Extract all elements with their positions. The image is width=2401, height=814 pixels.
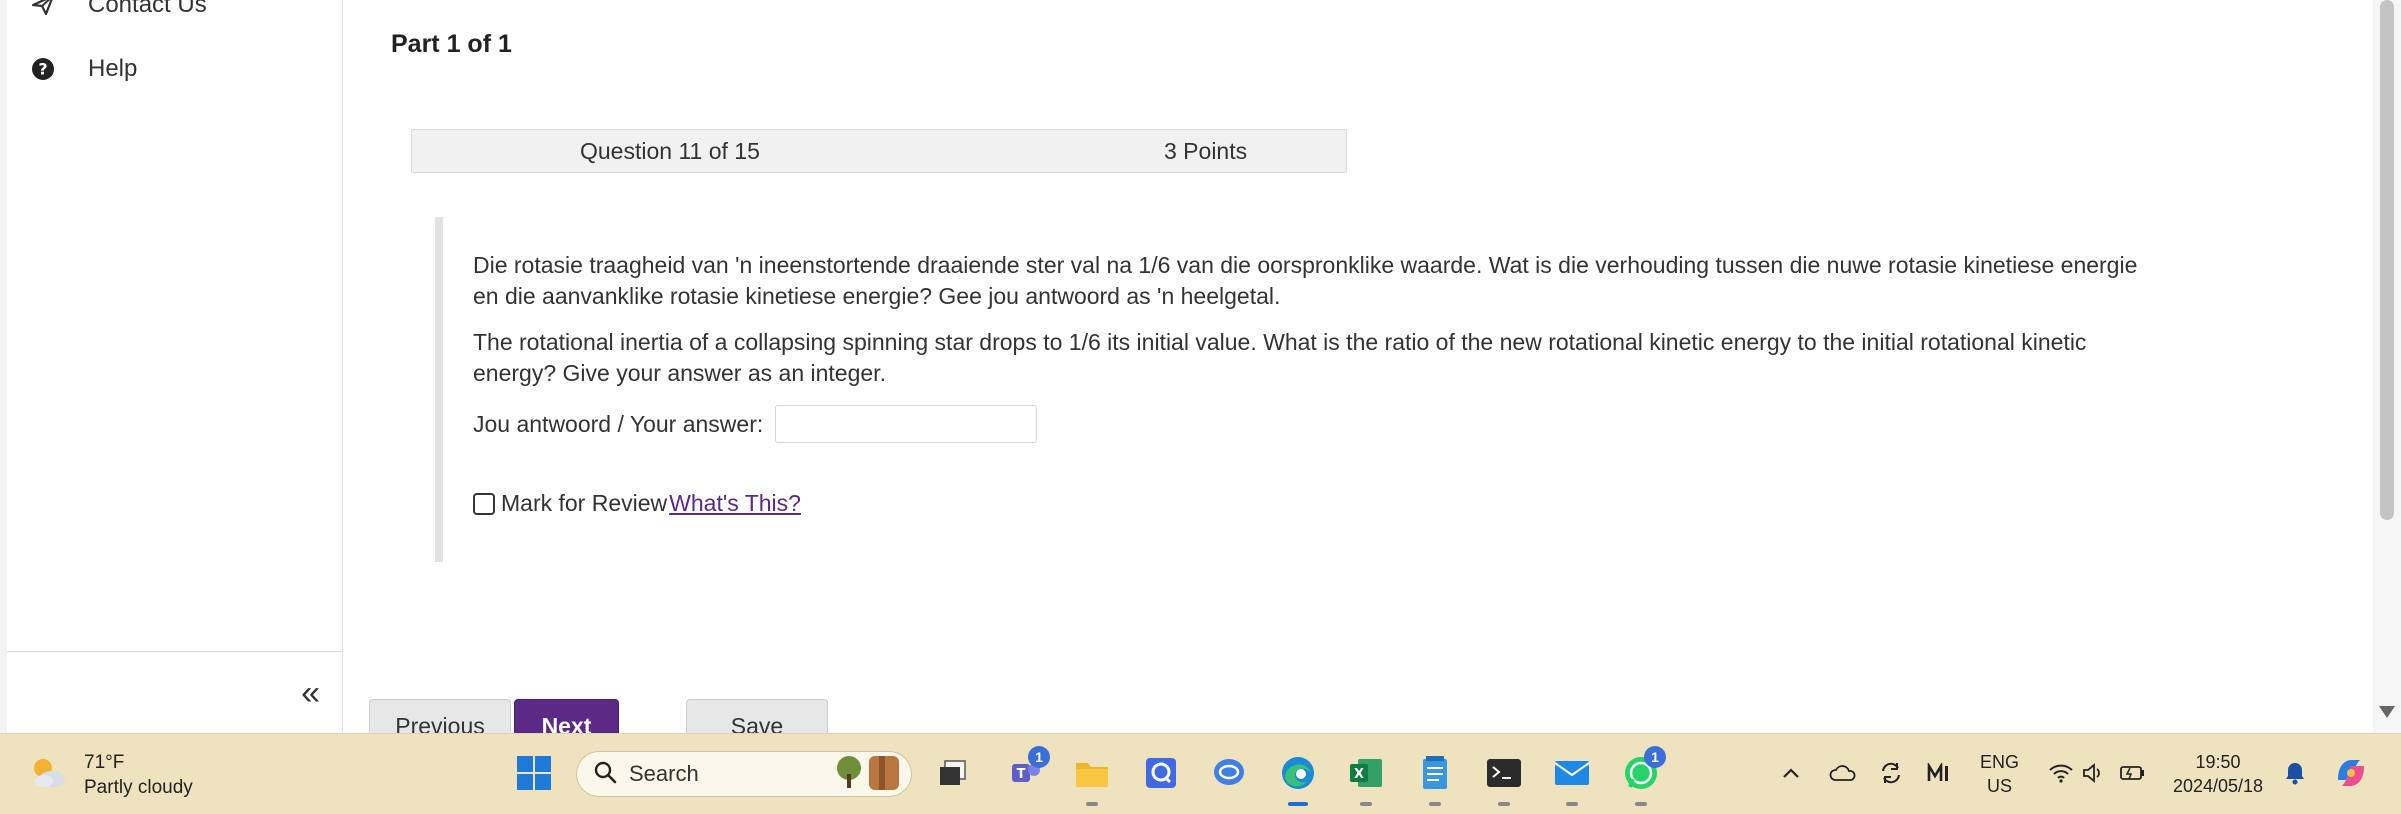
question-points: 3 Points — [1164, 138, 1248, 164]
question-number: Question 11 of 15 — [580, 138, 760, 164]
main-content: Part 1 of 1 Question 11 of 15 3 Points D… — [343, 0, 2373, 739]
q-app-icon[interactable] — [1140, 752, 1182, 794]
battery-icon[interactable] — [2112, 752, 2154, 794]
task-view-icon[interactable] — [932, 752, 974, 794]
running-indicator — [1635, 802, 1647, 806]
scroll-down-arrow-icon[interactable] — [2379, 706, 2395, 718]
weather-widget[interactable]: 71°F Partly cloudy — [28, 750, 193, 800]
onedrive-cloud-icon[interactable] — [1822, 752, 1864, 794]
notepad-icon[interactable] — [1414, 752, 1456, 806]
teams-badge: 1 — [1028, 746, 1050, 768]
running-indicator — [1566, 802, 1578, 806]
running-indicator — [1360, 802, 1372, 806]
search-label: Search — [629, 761, 699, 786]
whatsapp-badge: 1 — [1644, 746, 1666, 768]
language-indicator[interactable]: ENG US — [1980, 750, 2019, 798]
sidebar-item-help[interactable]: ? Help — [30, 55, 137, 83]
volume-icon[interactable] — [2072, 752, 2114, 794]
question-text-afrikaans: Die rotasie traagheid van 'n ineenstorte… — [473, 252, 2138, 309]
sidebar-item-label: Contact Us — [88, 0, 207, 18]
sync-icon[interactable] — [1870, 752, 1912, 794]
question-text-english: The rotational inertia of a collapsing s… — [473, 329, 2087, 386]
windows-start-icon[interactable] — [513, 752, 555, 794]
sidebar-collapse-area: « — [7, 651, 342, 734]
sidebar: Contact Us ? Help « — [0, 0, 343, 734]
mark-review-row: Mark for Review What's This? — [473, 490, 801, 517]
vertical-scrollbar[interactable] — [2373, 0, 2401, 733]
running-indicator-active — [1288, 802, 1308, 806]
taskbar: 71°F Partly cloudy Search T 1 X 1 ENG US… — [0, 733, 2401, 814]
excel-icon[interactable]: X — [1345, 752, 1387, 806]
question-header-bar: Question 11 of 15 3 Points — [411, 129, 1347, 173]
weather-temp: 71°F — [84, 752, 125, 773]
mark-review-label[interactable]: Mark for Review — [501, 490, 667, 517]
whatsapp-icon[interactable]: 1 — [1620, 746, 1666, 806]
running-indicator — [1086, 802, 1098, 806]
answer-label: Jou antwoord / Your answer: — [473, 410, 764, 437]
answer-input[interactable] — [775, 405, 1038, 443]
chat-app-icon[interactable] — [1208, 752, 1250, 794]
notification-bell-icon[interactable] — [2274, 752, 2316, 794]
language-line-2: US — [1987, 776, 2013, 796]
taskbar-search[interactable]: Search — [576, 751, 912, 797]
search-icon — [593, 760, 617, 789]
svg-text:T: T — [1017, 767, 1026, 782]
question-box: Die rotasie traagheid van 'n ineenstorte… — [435, 217, 2143, 562]
edge-browser-icon[interactable] — [1277, 752, 1319, 806]
clock-date: 2024/05/18 — [2172, 776, 2264, 796]
search-highlight-image-icon — [827, 752, 905, 797]
double-chevron-left-icon[interactable]: « — [301, 674, 320, 713]
page-title: Part 1 of 1 — [391, 30, 512, 58]
copilot-icon[interactable] — [2330, 752, 2372, 794]
mark-review-checkbox[interactable] — [473, 492, 495, 515]
svg-text:?: ? — [38, 60, 47, 79]
scrollbar-thumb[interactable] — [2380, 0, 2394, 520]
sidebar-edge — [0, 0, 7, 733]
running-indicator — [1498, 802, 1510, 806]
mail-icon[interactable] — [1551, 752, 1593, 806]
teams-icon[interactable]: T 1 — [1004, 746, 1050, 794]
clock-time: 19:50 — [2195, 752, 2241, 772]
show-hidden-icons-chevron-icon[interactable] — [1770, 752, 1812, 794]
app-tray-m-icon[interactable] — [1918, 752, 1960, 794]
answer-row: Jou antwoord / Your answer: — [473, 405, 1038, 443]
sidebar-item-label: Help — [88, 55, 138, 82]
question-circle-icon: ? — [30, 56, 56, 82]
whats-this-link[interactable]: What's This? — [669, 490, 801, 517]
sidebar-item-contact-us[interactable]: Contact Us — [30, 0, 207, 19]
weather-desc: Partly cloudy — [84, 777, 193, 798]
running-indicator — [1429, 802, 1441, 806]
language-line-1: ENG — [1980, 752, 2020, 772]
terminal-icon[interactable] — [1483, 752, 1525, 806]
svg-text:X: X — [1354, 767, 1364, 782]
clock[interactable]: 19:50 2024/05/18 — [2168, 750, 2268, 798]
file-explorer-icon[interactable] — [1071, 752, 1113, 806]
paper-plane-icon — [30, 0, 56, 18]
partly-cloudy-icon — [28, 755, 68, 796]
